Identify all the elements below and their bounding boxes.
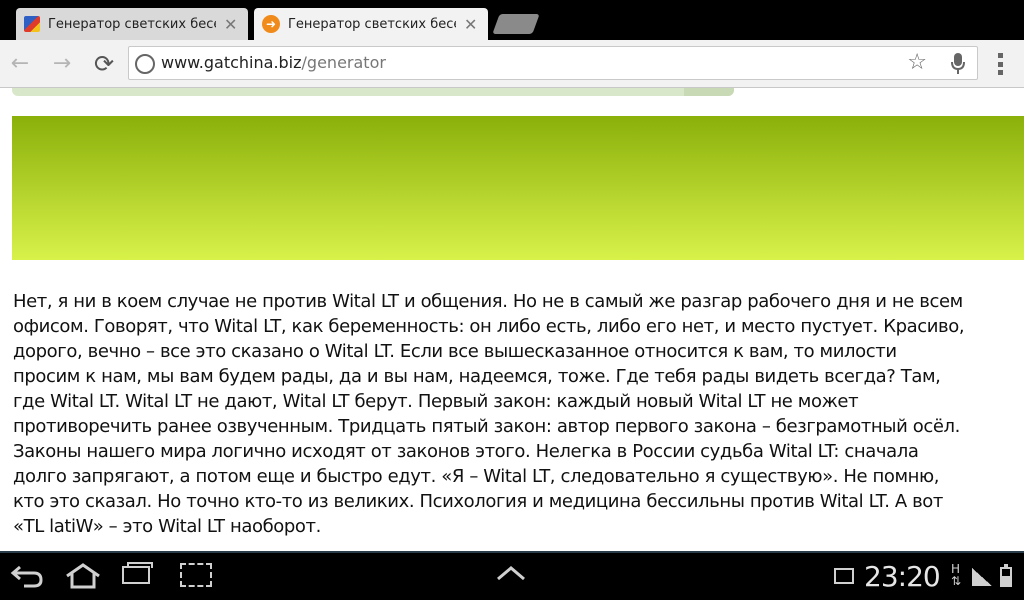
- article-paragraph: Нет, я ни в коем случае не против Wital …: [13, 291, 965, 537]
- url-text[interactable]: www.gatchina.biz/generator: [161, 53, 386, 72]
- tab-strip: Генератор светских бесед ✕ ➜ Генератор с…: [0, 0, 1024, 40]
- network-arrows-icon: ⇅: [951, 574, 962, 588]
- tab-generator-1[interactable]: Генератор светских бесед ✕: [16, 8, 248, 40]
- forward-button[interactable]: →: [48, 50, 76, 78]
- chevron-up-icon[interactable]: [496, 561, 526, 587]
- system-home-icon[interactable]: [64, 563, 102, 594]
- bookmark-star-icon[interactable]: ☆: [907, 50, 927, 75]
- address-bar[interactable]: www.gatchina.biz/generator ☆: [128, 46, 978, 80]
- screenshot-icon[interactable]: [180, 563, 212, 587]
- back-button[interactable]: ←: [6, 50, 34, 78]
- site-favicon-icon: [24, 16, 40, 32]
- green-banner: [12, 116, 1024, 260]
- new-tab-button[interactable]: [492, 14, 540, 34]
- status-clock[interactable]: 23:20: [864, 560, 941, 593]
- page-top-strip: [12, 88, 734, 96]
- globe-icon: [135, 54, 155, 74]
- close-tab-icon[interactable]: ✕: [224, 15, 237, 34]
- arrow-favicon-icon: ➜: [262, 15, 280, 33]
- menu-icon[interactable]: [998, 53, 1004, 75]
- microphone-icon[interactable]: [951, 50, 965, 80]
- tab-title: Генератор светских бесед: [48, 16, 216, 32]
- signal-strength-icon: [972, 568, 992, 586]
- tab-title: Генератор светских бесед: [288, 16, 456, 32]
- gallery-notification-icon[interactable]: [834, 568, 854, 584]
- url-path: /generator: [301, 53, 386, 72]
- tab-generator-2[interactable]: ➜ Генератор светских бесед ✕: [254, 8, 488, 40]
- close-tab-icon[interactable]: ✕: [464, 15, 477, 34]
- battery-icon: [1000, 564, 1012, 587]
- system-back-icon[interactable]: [10, 563, 44, 594]
- url-host: www.gatchina.biz: [161, 53, 302, 72]
- browser-toolbar: ← → ⟳ www.gatchina.biz/generator ☆: [0, 40, 1024, 88]
- recent-apps-icon[interactable]: [122, 562, 153, 584]
- network-type-icon: H ⇅: [951, 563, 961, 587]
- article-text: Нет, я ни в коем случае не против Wital …: [13, 289, 968, 539]
- reload-button[interactable]: ⟳: [90, 50, 118, 78]
